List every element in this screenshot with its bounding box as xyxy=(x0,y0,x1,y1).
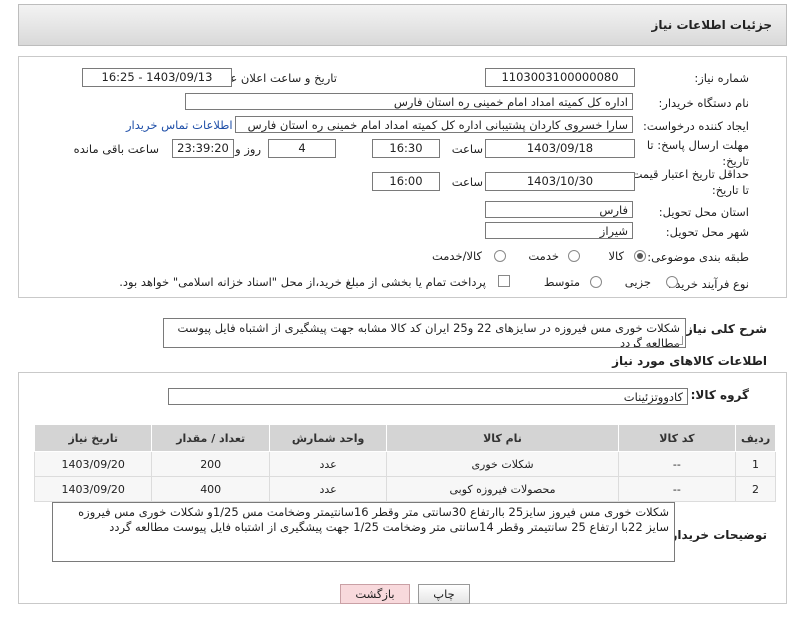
cell-qty: 200 xyxy=(151,451,270,477)
reply-date-field: 1403/09/18 xyxy=(485,139,635,158)
category-label: طبقه بندی موضوعی: xyxy=(647,250,749,264)
buyer-notes-text: شکلات خوری مس فیروز سایز25 باارتفاع 30سا… xyxy=(78,505,669,534)
buyer-org-label: نام دستگاه خریدار: xyxy=(658,96,749,110)
days-remaining-field: 4 xyxy=(268,139,336,158)
reply-deadline-label: مهلت ارسال پاسخ: تا تاریخ: xyxy=(646,138,749,168)
announce-field: 1403/09/13 - 16:25 xyxy=(82,68,232,87)
goods-group-field: کادووتزئینات xyxy=(168,388,688,405)
payment-note: پرداخت تمام یا بخشی از مبلغ خرید،از محل … xyxy=(119,275,486,289)
page-title: جزئیات اطلاعات نیاز xyxy=(651,18,772,32)
province-label: استان محل تحویل: xyxy=(658,205,749,219)
city-label: شهر محل تحویل: xyxy=(665,225,749,239)
need-number-field: 1103003100000080 xyxy=(485,68,635,87)
process-option-minor: جزیی xyxy=(624,275,651,289)
col-row: ردیف xyxy=(735,424,776,452)
cell-qty: 400 xyxy=(151,476,270,502)
category-option-goods-service: کالا/خدمت xyxy=(431,249,482,263)
days-label: روز و xyxy=(235,142,261,156)
goods-section-title: اطلاعات کالاهای مورد نیاز xyxy=(612,354,767,368)
price-validity-label: حداقل تاریخ اعتبار قیمت: تا تاریخ: xyxy=(627,167,749,197)
province-field: فارس xyxy=(485,201,633,218)
reply-time-field: 16:30 xyxy=(372,139,440,158)
goods-group-label: گروه کالا: xyxy=(690,388,749,402)
price-time-field: 16:00 xyxy=(372,172,440,191)
process-label: نوع فرآیند خرید : xyxy=(667,277,749,291)
col-unit: واحد شمارش xyxy=(268,424,388,452)
table-row: 2 -- محصولات فیروزه کوبی عدد 400 1403/09… xyxy=(33,476,776,502)
cell-unit: عدد xyxy=(268,451,388,477)
goods-table-header: ردیف کد کالا نام کالا واحد شمارش تعداد /… xyxy=(33,424,776,452)
summary-textarea[interactable]: شکلات خوری مس فیروزه در سایزهای 22 و25 ا… xyxy=(163,318,686,348)
requester-label: ایجاد کننده درخواست: xyxy=(643,119,749,133)
cell-date: 1403/09/20 xyxy=(33,476,153,502)
cell-code: -- xyxy=(617,451,737,477)
buyer-notes-label: توضیحات خریدار: xyxy=(665,528,767,542)
col-code: کد کالا xyxy=(617,424,737,452)
remaining-label: ساعت باقی مانده xyxy=(73,142,159,156)
category-radio-goods-service[interactable] xyxy=(494,250,506,262)
cell-name: شکلات خوری xyxy=(386,451,619,477)
process-option-medium: متوسط xyxy=(543,275,580,289)
cell-row: 2 xyxy=(735,476,776,502)
category-radio-service[interactable] xyxy=(568,250,580,262)
col-date: تاریخ نیاز xyxy=(33,424,153,452)
price-time-label: ساعت xyxy=(451,175,483,189)
col-qty: تعداد / مقدار xyxy=(151,424,270,452)
cell-unit: عدد xyxy=(268,476,388,502)
treasury-payment-checkbox[interactable] xyxy=(498,275,510,287)
category-radio-goods[interactable] xyxy=(634,250,646,262)
cell-date: 1403/09/20 xyxy=(33,451,153,477)
category-option-goods: کالا xyxy=(608,249,624,263)
remaining-time-field: 23:39:20 xyxy=(172,139,234,158)
buyer-org-field: اداره کل کمیته امداد امام خمینی ره استان… xyxy=(185,93,633,110)
process-radio-medium[interactable] xyxy=(590,276,602,288)
print-button[interactable]: چاپ xyxy=(418,584,470,604)
page-header: جزئیات اطلاعات نیاز xyxy=(18,4,787,46)
goods-table: ردیف کد کالا نام کالا واحد شمارش تعداد /… xyxy=(33,424,776,502)
category-option-service: خدمت xyxy=(528,249,559,263)
col-name: نام کالا xyxy=(386,424,619,452)
city-field: شیراز xyxy=(485,222,633,239)
cell-name: محصولات فیروزه کوبی xyxy=(386,476,619,502)
back-button[interactable]: بازگشت xyxy=(340,584,410,604)
cell-code: -- xyxy=(617,476,737,502)
reply-time-label: ساعت xyxy=(451,142,483,156)
price-date-field: 1403/10/30 xyxy=(485,172,635,191)
process-radio-minor[interactable] xyxy=(666,276,678,288)
need-number-label: شماره نیاز: xyxy=(694,71,749,85)
table-row: 1 -- شکلات خوری عدد 200 1403/09/20 xyxy=(33,451,776,477)
cell-row: 1 xyxy=(735,451,776,477)
summary-text: شکلات خوری مس فیروزه در سایزهای 22 و25 ا… xyxy=(177,321,681,348)
summary-label: شرح کلی نیاز: xyxy=(681,322,767,336)
requester-field: سارا خسروی کاردان پشتیبانی اداره کل کمیت… xyxy=(235,116,633,133)
resize-grip-icon[interactable] xyxy=(674,336,683,345)
buyer-notes-textarea[interactable]: شکلات خوری مس فیروز سایز25 باارتفاع 30سا… xyxy=(52,502,675,562)
contact-info-link[interactable]: اطلاعات تماس خریدار xyxy=(126,118,233,132)
